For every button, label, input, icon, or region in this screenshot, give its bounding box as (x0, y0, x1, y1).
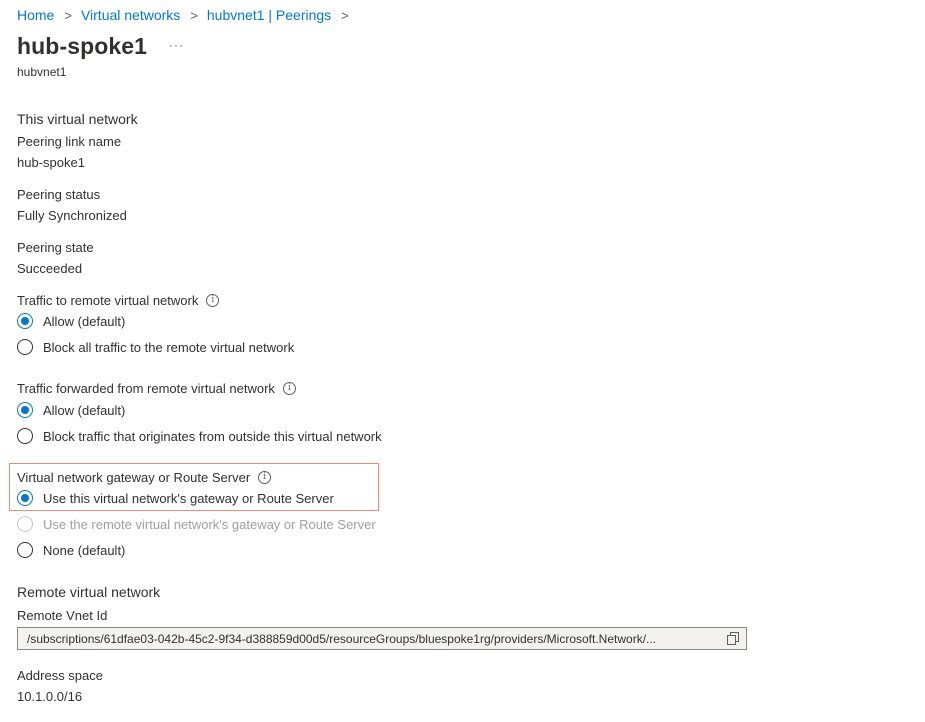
breadcrumb-peerings[interactable]: hubvnet1 | Peerings (207, 7, 331, 23)
peering-status-value: Fully Synchronized (17, 208, 127, 223)
remote-vnet-id-value: /subscriptions/61dfae03-042b-45c2-9f34-d… (27, 631, 657, 646)
peering-status-label: Peering status (17, 187, 101, 202)
chevron-right-icon: > (64, 7, 72, 23)
breadcrumb: Home > Virtual networks > hubvnet1 | Pee… (17, 6, 358, 24)
radio-unselected-icon (17, 542, 33, 558)
peering-link-name-label: Peering link name (17, 134, 122, 149)
section-this-virtual-network: This virtual network (17, 111, 138, 127)
chevron-right-icon: > (190, 7, 198, 23)
radio-selected-icon (17, 313, 33, 329)
traffic-to-remote-label: Traffic to remote virtual network i (17, 293, 220, 308)
chevron-right-icon: > (341, 7, 349, 23)
radio-gateway-use-this[interactable]: Use this virtual network's gateway or Ro… (17, 488, 334, 508)
info-icon[interactable]: i (258, 471, 272, 484)
radio-label: Use this virtual network's gateway or Ro… (43, 490, 334, 506)
page-title: hub-spoke1 (17, 33, 148, 59)
traffic-to-remote-label-text: Traffic to remote virtual network (17, 293, 199, 308)
breadcrumb-virtual-networks[interactable]: Virtual networks (81, 7, 180, 23)
address-space-label: Address space (17, 668, 103, 683)
radio-selected-icon (17, 402, 33, 418)
traffic-forwarded-label: Traffic forwarded from remote virtual ne… (17, 381, 296, 396)
radio-label: Allow (default) (43, 313, 126, 329)
address-space-value: 10.1.0.0/16 (17, 689, 83, 704)
radio-traffic-forwarded-allow[interactable]: Allow (default) (17, 400, 125, 420)
radio-label: Block traffic that originates from outsi… (43, 428, 382, 444)
radio-disabled-icon (17, 516, 33, 532)
radio-label: Block all traffic to the remote virtual … (43, 339, 295, 355)
radio-unselected-icon (17, 428, 33, 444)
gateway-label: Virtual network gateway or Route Server … (17, 470, 272, 485)
radio-selected-icon (17, 490, 33, 506)
radio-traffic-forwarded-block[interactable]: Block traffic that originates from outsi… (17, 426, 382, 446)
gateway-label-text: Virtual network gateway or Route Server (17, 470, 251, 485)
copy-icon[interactable] (720, 628, 746, 649)
radio-unselected-icon (17, 339, 33, 355)
info-icon[interactable]: i (206, 294, 220, 307)
info-icon[interactable]: i (282, 382, 296, 395)
traffic-forwarded-label-text: Traffic forwarded from remote virtual ne… (17, 381, 275, 396)
page-subtitle: hubvnet1 (17, 65, 67, 79)
radio-gateway-use-remote: Use the remote virtual network's gateway… (17, 514, 376, 534)
radio-traffic-to-remote-allow[interactable]: Allow (default) (17, 311, 125, 331)
section-remote-virtual-network: Remote virtual network (17, 584, 161, 600)
radio-gateway-none[interactable]: None (default) (17, 540, 125, 560)
radio-label: Use the remote virtual network's gateway… (43, 516, 376, 532)
remote-vnet-id-field[interactable]: /subscriptions/61dfae03-042b-45c2-9f34-d… (17, 627, 747, 650)
breadcrumb-home[interactable]: Home (17, 7, 54, 23)
peering-state-label: Peering state (17, 240, 94, 255)
radio-traffic-to-remote-block[interactable]: Block all traffic to the remote virtual … (17, 337, 294, 357)
peering-state-value: Succeeded (17, 261, 83, 276)
peering-link-name-value: hub-spoke1 (17, 155, 85, 170)
remote-vnet-id-label: Remote Vnet Id (17, 608, 108, 623)
radio-label: None (default) (43, 542, 126, 558)
more-icon[interactable]: ··· (169, 38, 184, 52)
radio-label: Allow (default) (43, 402, 126, 418)
